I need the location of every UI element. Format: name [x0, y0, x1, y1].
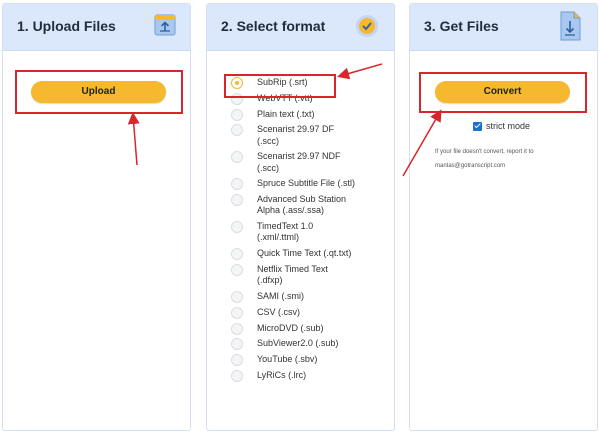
format-option[interactable]: Advanced Sub Station Alpha (.ass/.ssa) [225, 194, 355, 216]
convert-highlight-box [419, 72, 587, 113]
format-option-label: Quick Time Text (.qt.txt) [257, 248, 352, 259]
format-option-label: Advanced Sub Station [257, 194, 347, 205]
format-option[interactable]: TimedText 1.0 (.xml/.ttml) [225, 221, 355, 243]
format-option[interactable]: LyRiCs (.lrc) [225, 369, 355, 382]
format-option[interactable]: CSV (.csv) [225, 306, 355, 319]
format-option-label: YouTube (.sbv) [257, 354, 318, 365]
format-option[interactable]: Netflix Timed Text (.dfxp) [225, 263, 355, 286]
format-option[interactable]: SubViewer2.0 (.sub) [225, 338, 355, 351]
format-option[interactable]: Spruce Subtitle File (.stl) [225, 178, 356, 191]
format-radio[interactable] [231, 369, 243, 382]
format-radio[interactable] [231, 263, 243, 276]
format-radio[interactable] [231, 124, 243, 137]
format-radio[interactable] [231, 108, 243, 121]
format-option-label: CSV (.csv) [257, 306, 301, 317]
format-panel-header: 2. Select format [207, 4, 394, 51]
format-option-label: Plain text (.txt) [257, 108, 315, 119]
format-option[interactable]: Scenarist 29.97 NDF (.scc) [225, 151, 355, 173]
format-option[interactable]: MicroDVD (.sub) [225, 322, 355, 335]
format-radio[interactable] [231, 354, 243, 367]
format-radio[interactable] [231, 322, 243, 335]
format-option[interactable]: Quick Time Text (.qt.txt) [225, 248, 355, 261]
format-radio[interactable] [231, 248, 243, 261]
format-option-label: Scenarist 29.97 DF [257, 124, 335, 135]
format-radio[interactable] [231, 178, 243, 191]
report-email: mantas@gotranscript.com [435, 163, 506, 169]
files-panel-title: 3. Get Files [424, 18, 499, 34]
format-option[interactable]: Scenarist 29.97 DF (.scc) [225, 124, 355, 146]
format-option-label: (.dfxp) [257, 275, 283, 286]
upload-highlight-box [15, 70, 183, 114]
format-radio[interactable] [231, 221, 243, 234]
format-radio[interactable] [231, 338, 243, 351]
strict-mode-label: strict mode [486, 121, 531, 131]
strict-mode-checkbox[interactable] [473, 121, 482, 131]
format-option-label: Spruce Subtitle File (.stl) [257, 178, 356, 189]
format-option-label: SubViewer2.0 (.sub) [257, 338, 339, 349]
format-option-label: MicroDVD (.sub) [257, 322, 324, 333]
format-option-list: SubRip (.srt) WebVTT (.vtt) Plain text (.t… [225, 77, 355, 386]
format-option-label: Netflix Timed Text [257, 263, 328, 274]
format-radio[interactable] [231, 194, 243, 207]
format-option-label: (.scc) [257, 162, 279, 173]
check-circle-icon [355, 14, 379, 43]
files-panel-header: 3. Get Files [410, 4, 597, 51]
format-option[interactable]: YouTube (.sbv) [225, 354, 355, 367]
strict-mode-toggle[interactable]: strict mode [473, 121, 530, 131]
report-note-line1: If your file doesn't convert, report it … [435, 149, 534, 155]
format-panel-title: 2. Select format [221, 18, 326, 34]
format-radio[interactable] [231, 306, 243, 319]
upload-panel-header: 1. Upload Files [3, 4, 190, 51]
format-option-label: TimedText 1.0 [257, 221, 314, 232]
format-option-label: (.scc) [257, 135, 279, 146]
upload-panel-title: 1. Upload Files [17, 18, 116, 34]
upload-icon [153, 13, 177, 42]
format-option-label: Scenarist 29.97 NDF [257, 151, 341, 162]
format-radio[interactable] [231, 290, 243, 303]
format-option-label: LyRiCs (.lrc) [257, 369, 307, 380]
files-panel: 3. Get Files Convert strict mode If your… [409, 3, 598, 431]
format-option[interactable]: SAMI (.smi) [225, 290, 355, 303]
download-icon [558, 11, 582, 46]
format-option[interactable]: Plain text (.txt) [225, 108, 355, 121]
format-option-label: (.xml/.ttml) [257, 232, 299, 243]
srt-highlight-box [224, 74, 336, 98]
format-option-label: Alpha (.ass/.ssa) [257, 205, 325, 216]
format-radio[interactable] [231, 151, 243, 164]
upload-panel: 1. Upload Files Upload [2, 3, 191, 431]
format-option-label: SAMI (.smi) [257, 290, 304, 301]
format-panel: 2. Select format SubRip (.srt) WebVTT (.v… [206, 3, 395, 431]
